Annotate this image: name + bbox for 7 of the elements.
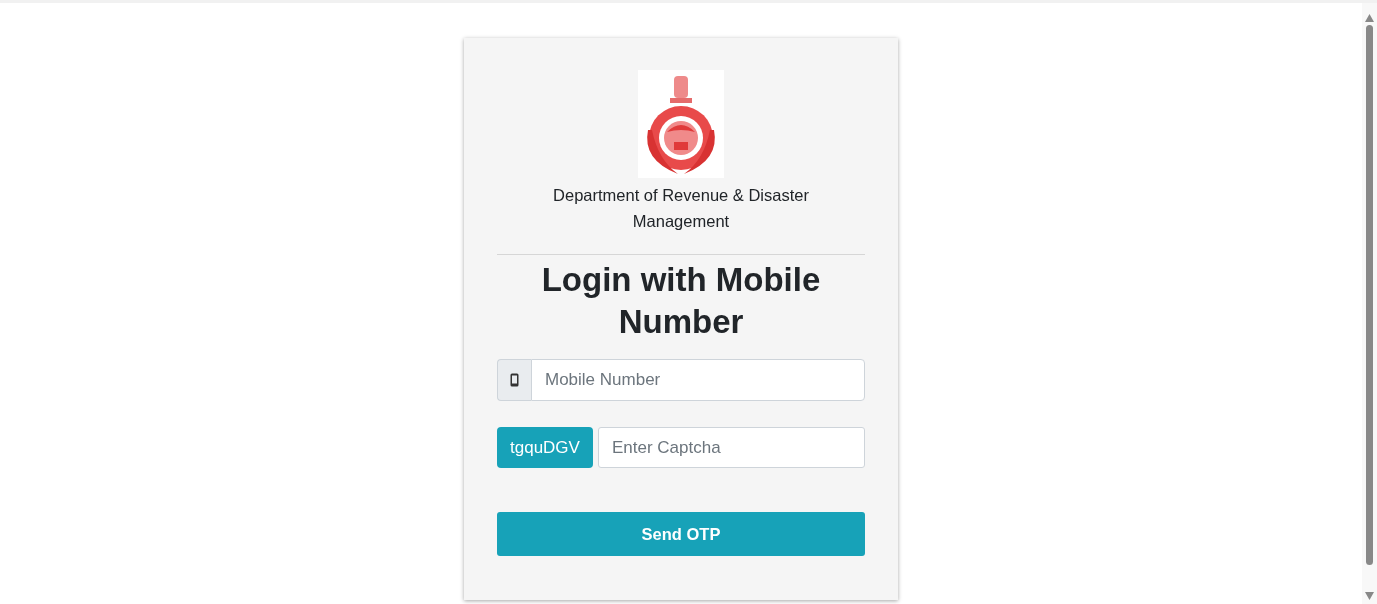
captcha-code: tgquDGV bbox=[497, 427, 593, 468]
mobile-number-field[interactable]: Mobile Number bbox=[531, 359, 865, 401]
login-heading: Login with Mobile Number bbox=[540, 260, 822, 342]
captcha-field[interactable]: Enter Captcha bbox=[597, 427, 865, 468]
send-otp-button[interactable]: Send OTP bbox=[497, 512, 865, 556]
phone-icon bbox=[510, 373, 519, 387]
department-name: Department of Revenue & Disaster Management bbox=[552, 185, 810, 232]
